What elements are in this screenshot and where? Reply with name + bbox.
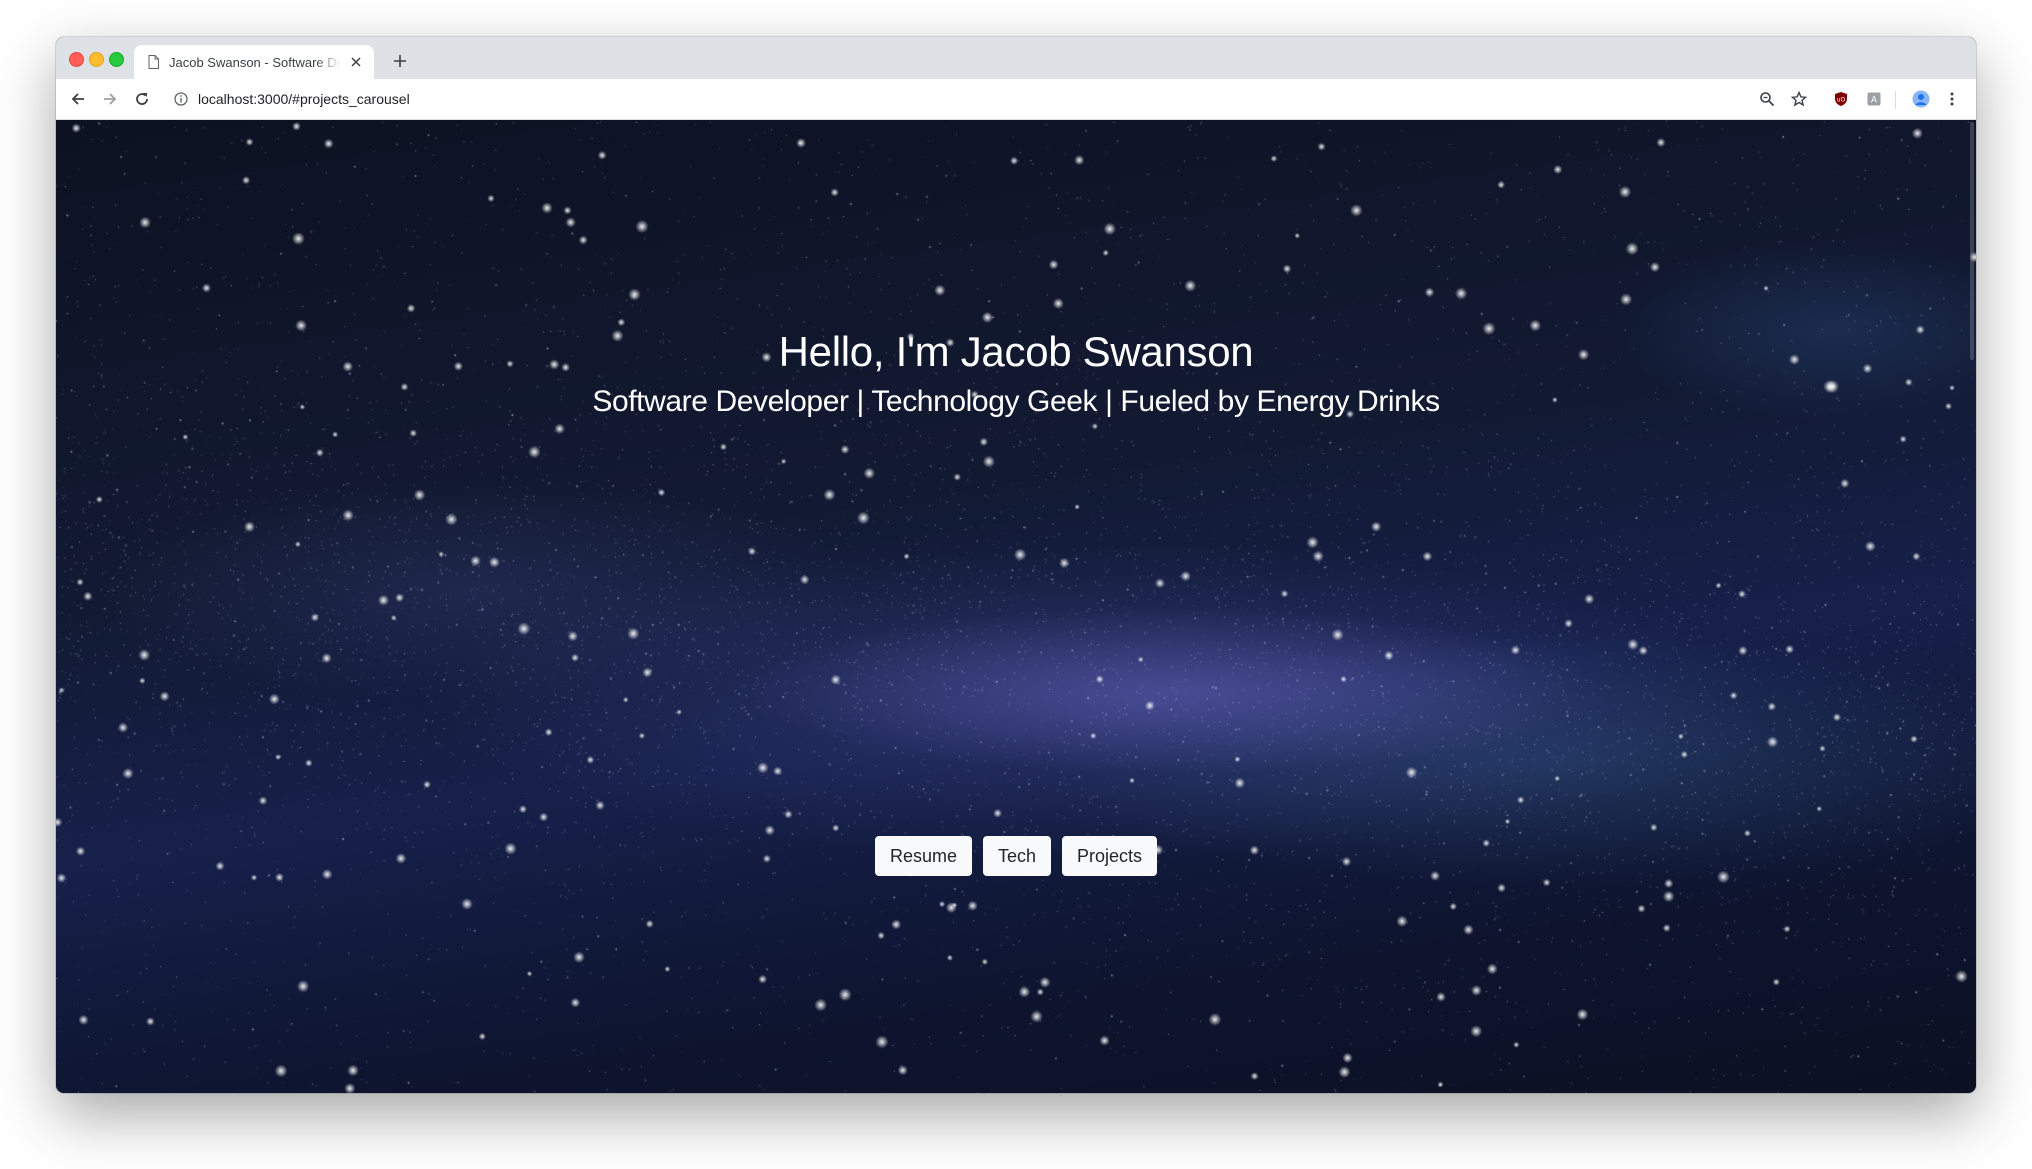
starfield-background: [56, 120, 1976, 1093]
close-window-button[interactable]: [69, 52, 84, 67]
svg-text:A: A: [1871, 96, 1878, 106]
resume-button[interactable]: Resume: [874, 836, 972, 876]
browser-tab[interactable]: Jacob Swanson - Software Developer: [134, 45, 374, 79]
toolbar-separator: [1895, 91, 1896, 109]
svg-text:uO: uO: [1837, 97, 1846, 104]
zoom-icon[interactable]: [1756, 88, 1778, 110]
document-icon: [148, 55, 159, 69]
plus-icon[interactable]: [386, 47, 414, 75]
reload-icon[interactable]: [129, 86, 155, 112]
hero-title: Hello, I'm Jacob Swanson: [778, 328, 1254, 375]
forward-arrow-icon[interactable]: [97, 86, 123, 112]
address-bar[interactable]: localhost:3000/#projects_carousel: [166, 84, 1816, 114]
back-arrow-icon[interactable]: [65, 86, 91, 112]
minimize-window-button[interactable]: [89, 52, 104, 67]
extension-icon[interactable]: A: [1863, 88, 1885, 110]
info-icon[interactable]: [174, 92, 188, 106]
tech-button[interactable]: Tech: [982, 836, 1052, 876]
scrollbar[interactable]: [1970, 122, 1974, 360]
page-viewport: Hello, I'm Jacob Swanson Software Develo…: [56, 120, 1976, 1093]
hero-button-group: Resume Tech Projects: [56, 836, 1976, 876]
close-icon[interactable]: [347, 53, 365, 71]
hero-subtitle: Software Developer | Technology Geek | F…: [592, 385, 1440, 418]
maximize-window-button[interactable]: [109, 52, 124, 67]
projects-button[interactable]: Projects: [1062, 836, 1158, 876]
tab-title: Jacob Swanson - Software Developer: [169, 54, 341, 70]
tab-strip: Jacob Swanson - Software Developer: [56, 37, 1976, 79]
browser-window: Jacob Swanson - Software Developer: [56, 37, 1976, 1093]
url-text: localhost:3000/#projects_carousel: [198, 91, 410, 107]
browser-toolbar: localhost:3000/#projects_carousel uO A: [56, 79, 1976, 120]
profile-icon[interactable]: [1910, 88, 1932, 110]
ublock-icon[interactable]: uO: [1830, 88, 1852, 110]
star-icon[interactable]: [1788, 88, 1810, 110]
menu-icon[interactable]: [1941, 88, 1963, 110]
